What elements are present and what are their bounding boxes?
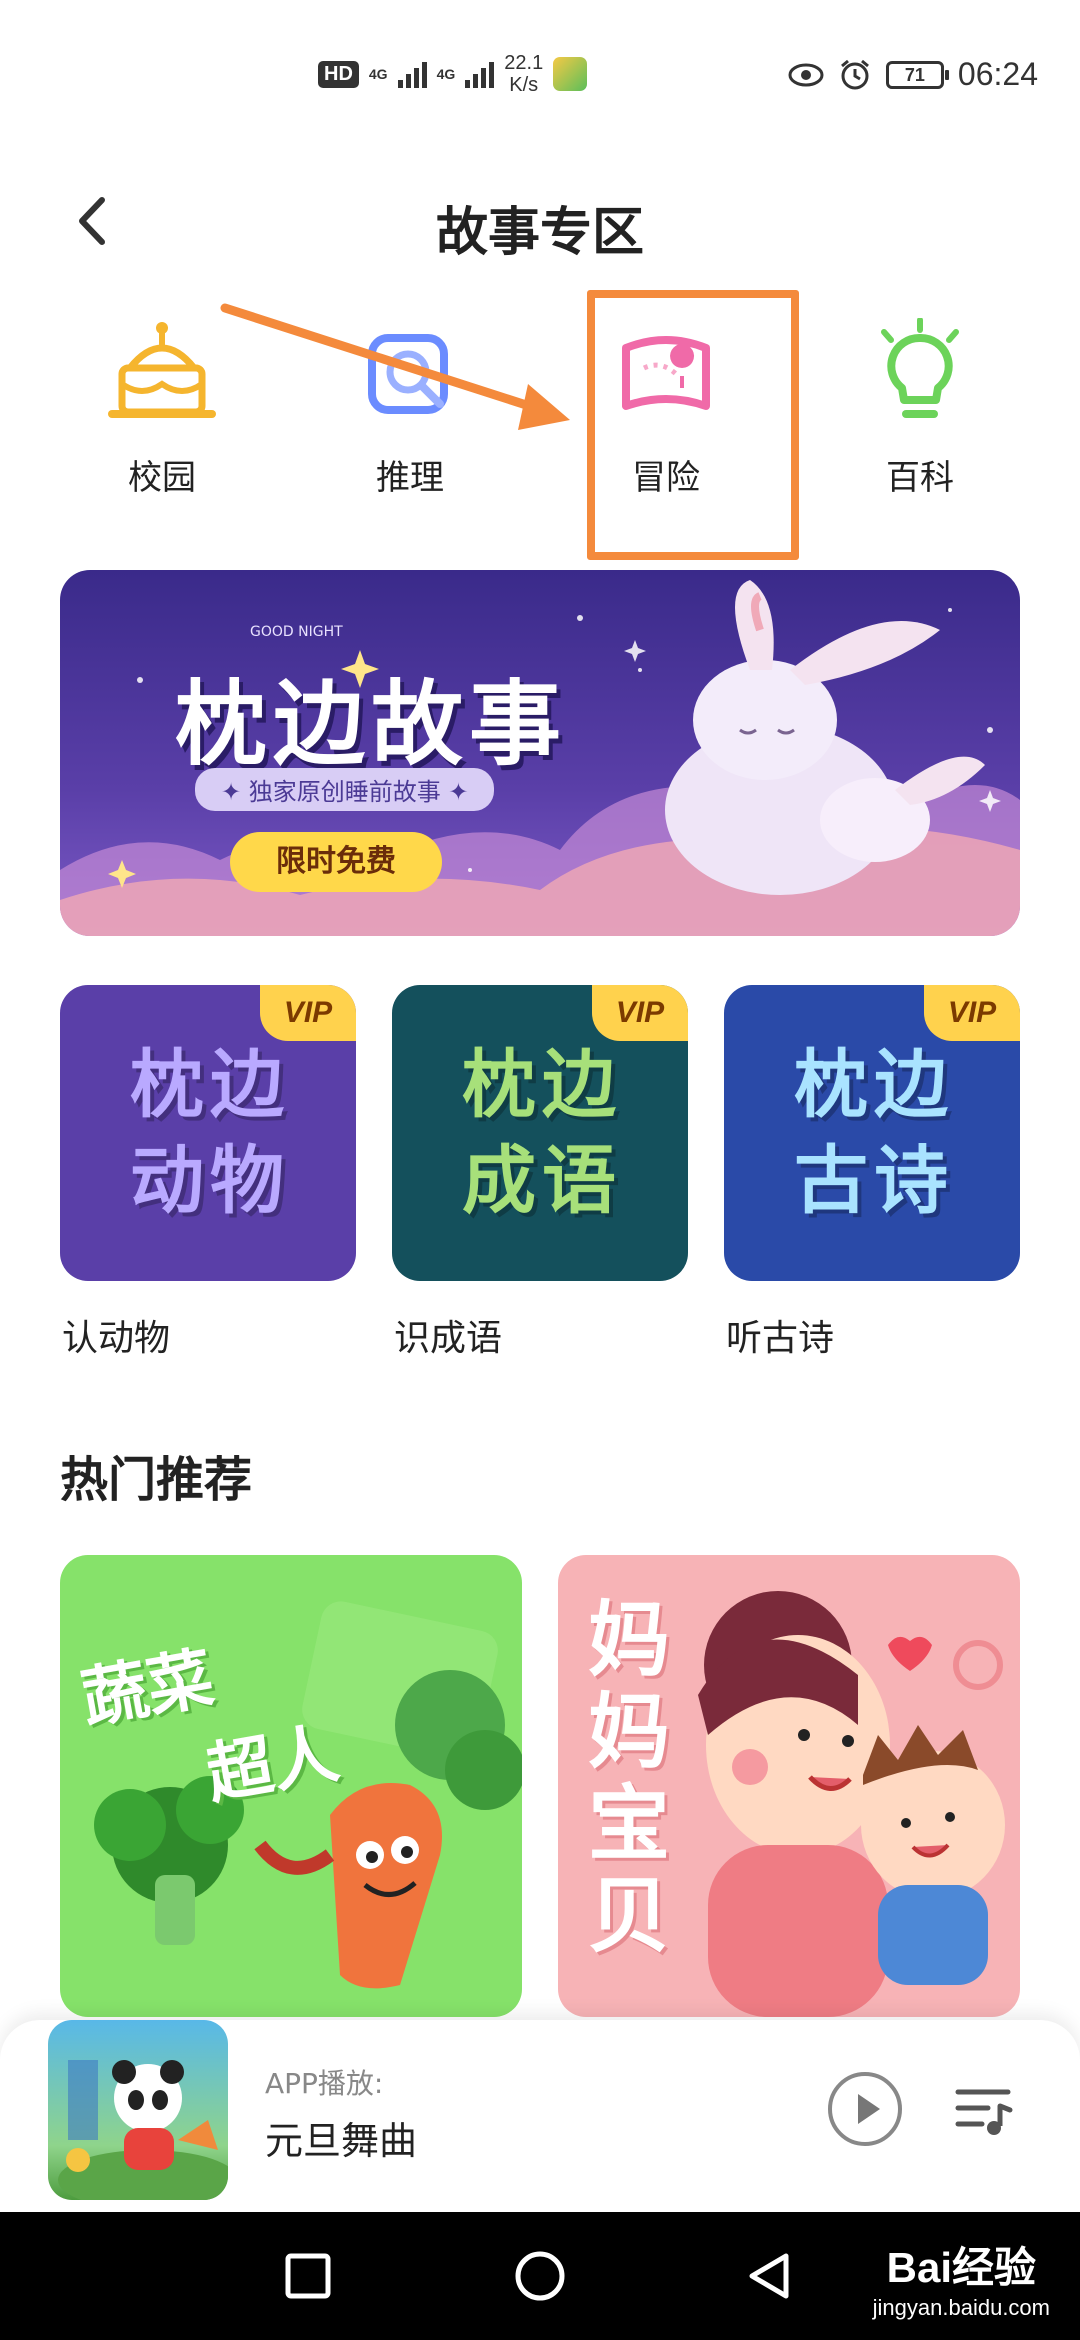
recommendation-card-veggie-hero[interactable]: 蔬菜 超人 (60, 1555, 522, 2017)
status-left: HD 4G 4G 22.1 K/s (318, 52, 588, 96)
system-nav-bar: Bai经验 jingyan.baidu.com (0, 2212, 1080, 2340)
page-title: 故事专区 (435, 203, 644, 263)
signal-icon (397, 60, 427, 88)
play-icon (858, 2094, 880, 2124)
vip-card-label: 识成语 (394, 1318, 503, 1359)
hd-badge: HD (318, 60, 359, 88)
banner-subtitle: ✦ 独家原创睡前故事 ✦ (195, 768, 495, 811)
recommendation-title: 妈妈宝贝 (588, 1593, 671, 1964)
vip-card-idioms[interactable]: 枕边 成语 VIP (392, 985, 688, 1281)
category-row: 校园 推理 冒险 百科 (0, 318, 1080, 518)
vip-card-animals[interactable]: 枕边 动物 VIP (60, 985, 356, 1281)
status-right: 71 06:24 (788, 56, 1038, 93)
net-speed: 22.1 K/s (504, 52, 544, 96)
status-bar: HD 4G 4G 22.1 K/s 71 06:24 (0, 0, 1080, 150)
square-icon (285, 2253, 331, 2299)
baidu-jingyan-watermark: Bai经验 jingyan.baidu.com (873, 2234, 1050, 2321)
vip-badge: VIP (924, 985, 1020, 1041)
network-label-2: 4G (436, 66, 456, 82)
header: 故事专区 (0, 170, 1080, 270)
vip-card-poems[interactable]: 枕边 古诗 VIP (724, 985, 1020, 1281)
system-back-button[interactable] (740, 2246, 800, 2306)
category-encyclopedia[interactable]: 百科 (820, 318, 1020, 518)
category-reasoning[interactable]: 推理 (310, 318, 510, 518)
category-label: 百科 (886, 458, 954, 498)
mini-player[interactable]: APP播放: 元旦舞曲 (0, 2020, 1080, 2212)
magnifier-icon (368, 334, 448, 414)
vip-card-art: 枕边 成语 (462, 1042, 622, 1224)
category-label: 推理 (376, 458, 444, 498)
playlist-icon (955, 2089, 1013, 2135)
vip-card-art: 枕边 动物 (130, 1042, 290, 1224)
recommendation-card-mom-baby[interactable]: 妈妈宝贝 (558, 1555, 1020, 2017)
category-campus[interactable]: 校园 (62, 318, 262, 518)
banner-title: 枕边故事 (175, 671, 568, 778)
network-label-1: 4G (368, 66, 388, 82)
watermark-main: Bai经验 (886, 2244, 1036, 2291)
clock: 06:24 (957, 56, 1038, 92)
vip-card-art: 枕边 古诗 (794, 1042, 954, 1224)
player-song-title: 元旦舞曲 (265, 2119, 418, 2163)
playlist-button[interactable] (952, 2076, 1018, 2142)
free-limited-button[interactable]: 限时免费 (230, 832, 442, 892)
battery-icon: 71 (885, 60, 949, 89)
triangle-back-icon (749, 2253, 789, 2299)
eye-icon (788, 63, 824, 86)
good-night-story-banner[interactable]: GOOD NIGHT 枕边故事 ✦ 独家原创睡前故事 ✦ 限时免费 (60, 570, 1020, 936)
category-label: 校园 (128, 458, 196, 498)
cake-icon (108, 322, 216, 418)
home-button[interactable] (510, 2246, 570, 2306)
app-notification-icon (553, 57, 588, 91)
play-button[interactable] (828, 2072, 902, 2146)
recent-apps-button[interactable] (278, 2246, 338, 2306)
vip-badge: VIP (260, 985, 356, 1041)
player-source-label: APP播放: (265, 2067, 384, 2100)
vip-card-label: 听古诗 (726, 1318, 835, 1359)
lightbulb-icon (881, 318, 959, 418)
player-thumbnail[interactable] (48, 2020, 228, 2200)
panda-cover-illustration (58, 2060, 228, 2200)
section-title-hot: 热门推荐 (60, 1452, 253, 1508)
alarm-icon (840, 59, 869, 89)
banner-tag: GOOD NIGHT (250, 624, 343, 640)
vip-badge: VIP (592, 985, 688, 1041)
signal-icon (465, 60, 495, 88)
highlight-annotation-box (587, 290, 799, 560)
watermark-sub: jingyan.baidu.com (872, 2295, 1050, 2320)
vip-card-row: 枕边 动物 VIP 认动物 枕边 成语 VIP 识成语 枕边 古诗 VIP 听古诗 (60, 985, 1020, 1365)
vip-card-label: 认动物 (62, 1318, 171, 1359)
circle-icon (515, 2251, 565, 2301)
